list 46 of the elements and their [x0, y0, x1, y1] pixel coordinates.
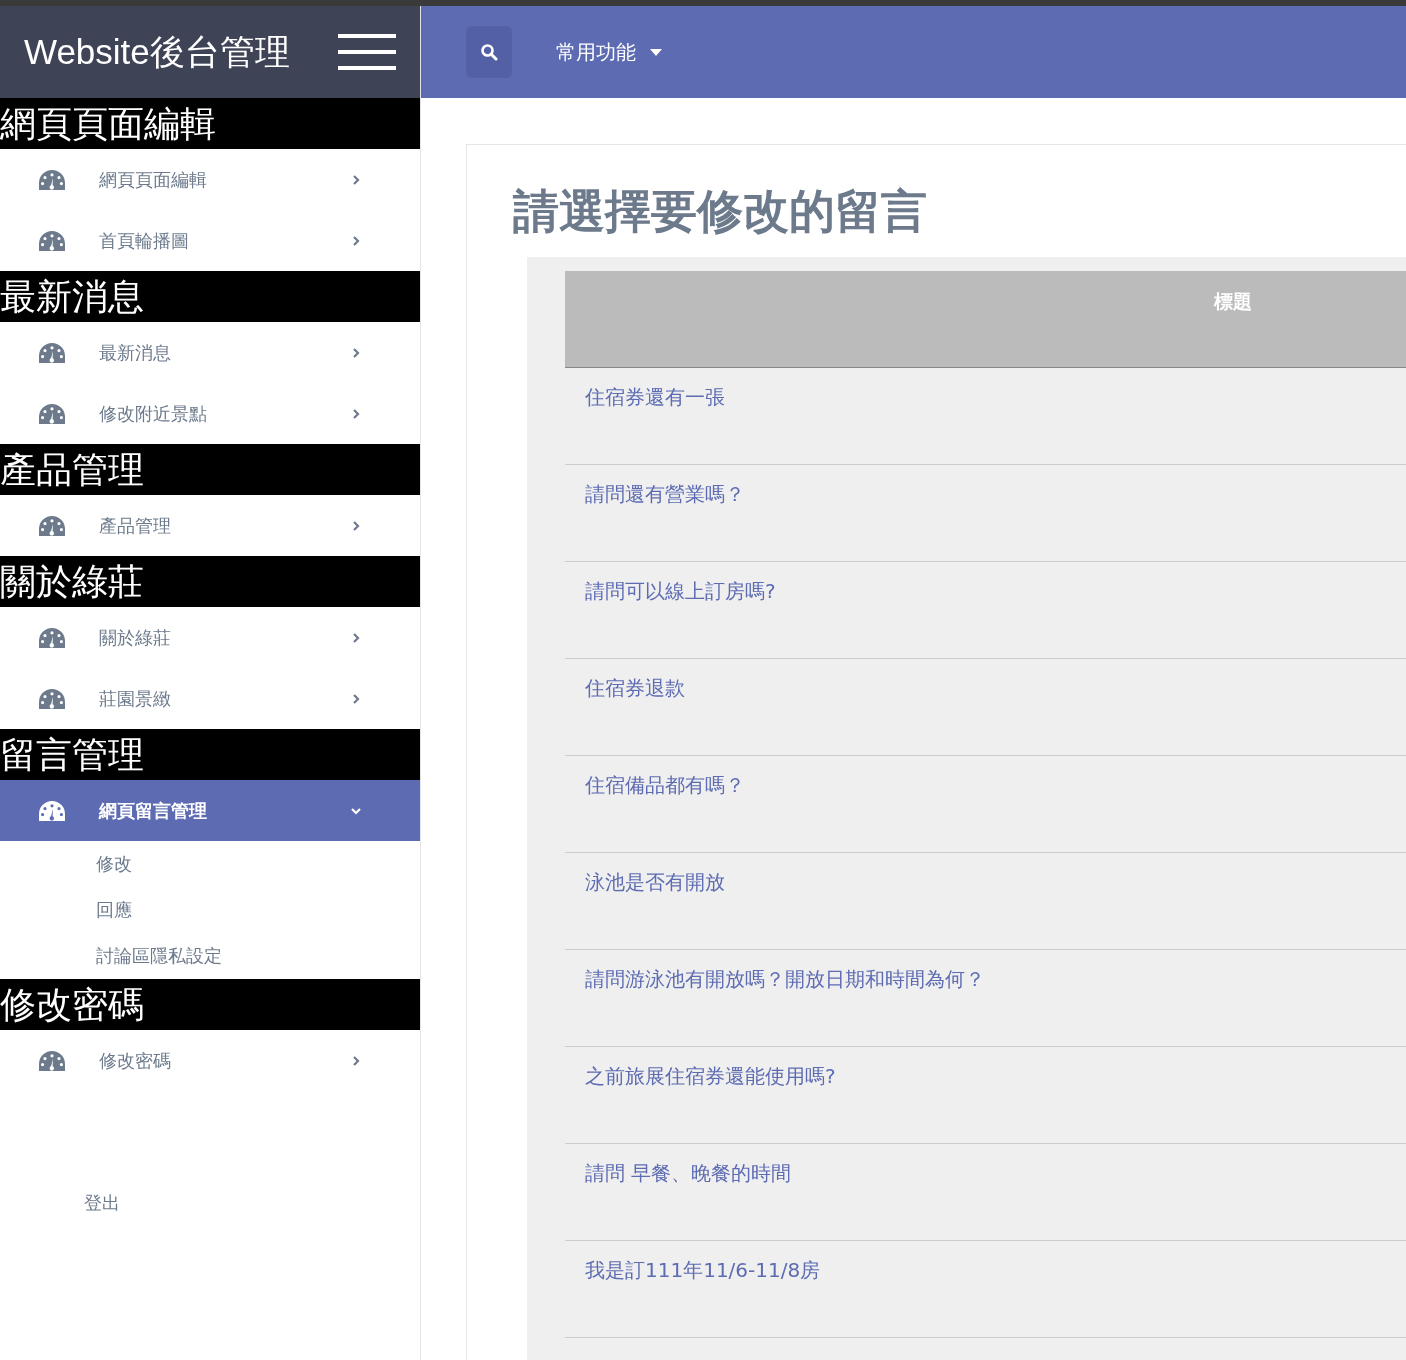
- submenu-item[interactable]: 回應: [96, 898, 132, 922]
- section-header: 最新消息: [0, 271, 420, 322]
- message-link[interactable]: 請問還有營業嗎？: [585, 481, 745, 506]
- sidebar-item[interactable]: 網頁頁面編輯: [0, 149, 420, 210]
- message-link[interactable]: 住宿券退款: [585, 675, 685, 700]
- gauge-icon: [38, 341, 66, 364]
- caret-icon: [650, 48, 662, 56]
- message-link[interactable]: 我是訂111年11/6-11/8房: [585, 1257, 821, 1282]
- message-link[interactable]: 請問游泳池有開放嗎？開放日期和時間為何？: [585, 966, 985, 991]
- message-link[interactable]: 住宿備品都有嗎？: [585, 772, 745, 797]
- gauge-icon: [38, 168, 66, 191]
- menu-icon[interactable]: [338, 34, 396, 70]
- logout-link[interactable]: 登出: [84, 1192, 120, 1213]
- sidebar-item[interactable]: 修改附近景點: [0, 383, 420, 444]
- sidebar-item[interactable]: 莊園景緻: [0, 668, 420, 729]
- section-header: 產品管理: [0, 444, 420, 495]
- gauge-icon: [38, 402, 66, 425]
- sidebar-item[interactable]: 關於綠莊: [0, 607, 420, 668]
- gauge-icon: [38, 1049, 66, 1072]
- section-header: 關於綠莊: [0, 556, 420, 607]
- submenu-item[interactable]: 修改: [96, 852, 132, 876]
- sidebar-item[interactable]: 產品管理: [0, 495, 420, 556]
- gauge-icon: [38, 687, 66, 710]
- message-link[interactable]: 請問 早餐、晚餐的時間: [585, 1160, 792, 1185]
- sidebar-item[interactable]: 網頁留言管理: [0, 780, 420, 841]
- message-link[interactable]: 之前旅展住宿券還能使用嗎?: [585, 1063, 836, 1088]
- sidebar-item[interactable]: 修改密碼: [0, 1030, 420, 1091]
- page-title: 請選擇要修改的留言: [513, 183, 928, 240]
- section-header: 修改密碼: [0, 979, 420, 1030]
- search-icon: [480, 43, 498, 61]
- sidebar-item[interactable]: 最新消息: [0, 322, 420, 383]
- gauge-icon: [38, 514, 66, 537]
- message-link[interactable]: 請問可以線上訂房嗎?: [585, 578, 776, 603]
- sidebar-item[interactable]: 首頁輪播圖: [0, 210, 420, 271]
- submenu-item[interactable]: 討論區隱私設定: [96, 944, 222, 968]
- gauge-icon: [38, 799, 66, 822]
- message-link[interactable]: 住宿券還有一張: [585, 384, 725, 409]
- search-button[interactable]: [466, 26, 512, 78]
- message-link[interactable]: 泳池是否有開放: [585, 869, 725, 894]
- section-header: 留言管理: [0, 729, 420, 780]
- gauge-icon: [38, 229, 66, 252]
- column-header: 標題: [565, 271, 1406, 367]
- section-header: 網頁頁面編輯: [0, 98, 420, 149]
- brand-title: Website後台管理: [24, 30, 290, 73]
- gauge-icon: [38, 626, 66, 649]
- dropdown-menu[interactable]: 常用功能: [550, 37, 668, 67]
